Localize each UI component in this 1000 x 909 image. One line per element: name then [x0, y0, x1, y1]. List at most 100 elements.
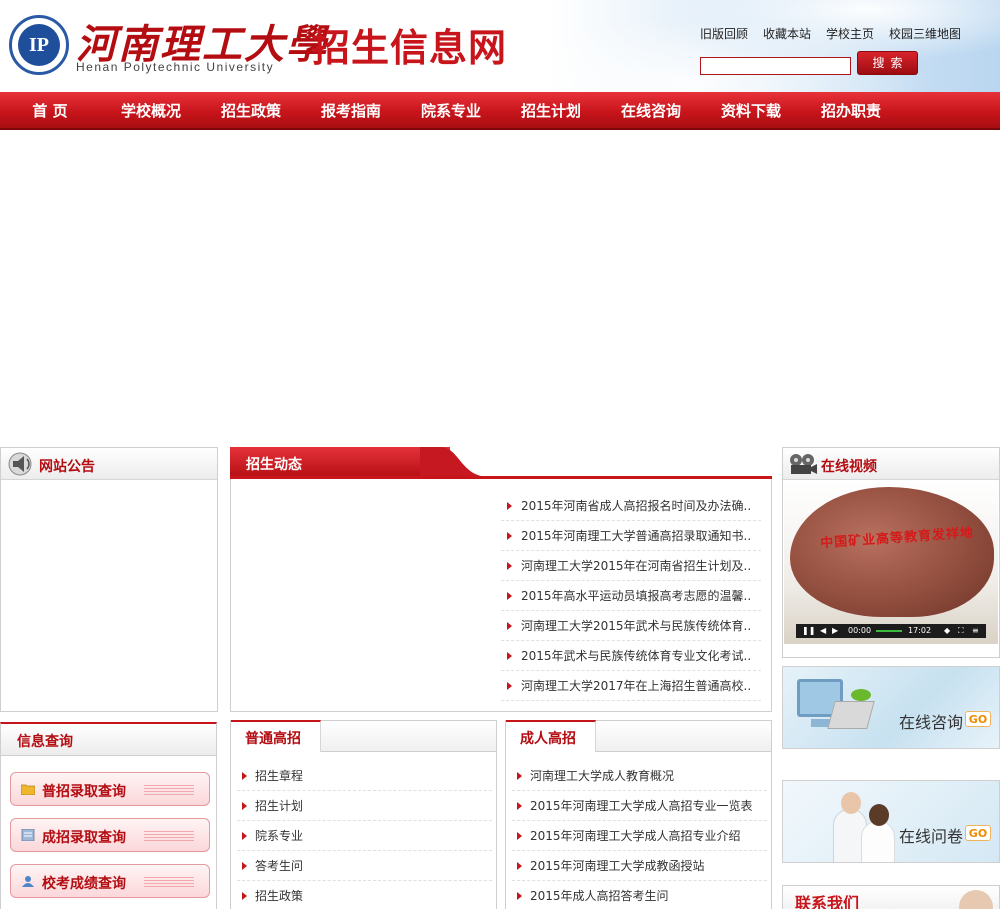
- list-item[interactable]: 院系专业: [237, 821, 492, 851]
- arrow-right-icon: [517, 862, 522, 870]
- nav-item-consult[interactable]: 在线咨询: [601, 92, 701, 130]
- general-admission-header: 普通高招: [230, 720, 497, 752]
- site-header: IP 河南理工大學 Henan Polytechnic University 招…: [0, 0, 1000, 92]
- banner-area: [0, 132, 1000, 444]
- arrow-right-icon: [242, 802, 247, 810]
- site-title: 招生信息网: [312, 25, 508, 70]
- document-icon: [21, 829, 35, 841]
- news-item[interactable]: 河南理工大学2017年在上海招生普通高校..: [501, 671, 761, 701]
- nav-item-plan[interactable]: 招生计划: [501, 92, 601, 130]
- info-query-title: 信息查询: [17, 734, 73, 750]
- list-item[interactable]: 招生计划: [237, 791, 492, 821]
- rock-image: [790, 487, 994, 617]
- school-exam-score-query-button[interactable]: 校考成绩查询: [10, 864, 210, 898]
- contact-banner[interactable]: 联系我们: [782, 885, 1000, 909]
- top-link-school-home[interactable]: 学校主页: [826, 25, 874, 42]
- news-list: 2015年河南省成人高招报名时间及办法确.. 2015年河南理工大学普通高招录取…: [501, 491, 761, 701]
- video-header: 在线视频: [783, 448, 999, 480]
- consult-go-button[interactable]: GO: [965, 711, 991, 727]
- decorative-lines: [144, 785, 194, 795]
- list-item[interactable]: 招生政策: [237, 881, 492, 909]
- query-button-label: 普招录取查询: [42, 784, 126, 800]
- arrow-right-icon: [517, 832, 522, 840]
- adult-admission-tab[interactable]: 成人高招: [506, 720, 596, 752]
- search-input[interactable]: [700, 57, 851, 75]
- top-links: 旧版回顾 收藏本站 学校主页 校园三维地图: [700, 25, 961, 42]
- news-item[interactable]: 2015年高水平运动员填报高考志愿的温馨..: [501, 581, 761, 611]
- news-item[interactable]: 河南理工大学2015年武术与民族传统体育..: [501, 611, 761, 641]
- nav-item-guide[interactable]: 报考指南: [301, 92, 401, 130]
- list-item[interactable]: 2015年成人高招答考生问: [512, 881, 767, 909]
- university-emblem-icon[interactable]: IP: [9, 15, 69, 75]
- list-item-text: 2015年河南理工大学成人高招专业介绍: [530, 829, 741, 843]
- top-link-bookmark[interactable]: 收藏本站: [763, 25, 811, 42]
- list-item[interactable]: 河南理工大学成人教育概况: [512, 761, 767, 791]
- next-icon[interactable]: ▶: [832, 624, 838, 638]
- folders-icon: [827, 701, 875, 729]
- news-item[interactable]: 2015年武术与民族传统体育专业文化考试..: [501, 641, 761, 671]
- nav-item-home[interactable]: 首 页: [0, 92, 100, 130]
- player-controls[interactable]: ❚❚ ◀ ▶ 00:00 17:02 ◆ ⛶ ≡: [796, 624, 986, 638]
- top-link-3d-map[interactable]: 校园三维地图: [889, 25, 961, 42]
- list-item-text: 答考生问: [255, 859, 304, 873]
- person-woman-icon: [861, 804, 895, 862]
- time-total: 17:02: [908, 626, 932, 635]
- general-admission-title: 普通高招: [245, 731, 301, 747]
- volume-icon[interactable]: ◆: [944, 624, 950, 638]
- notice-box: 网站公告: [0, 447, 218, 712]
- arrow-right-icon: [507, 532, 512, 540]
- info-query-body: 普招录取查询 成招录取查询 校考成绩查询: [0, 756, 217, 909]
- list-item[interactable]: 2015年河南理工大学成人高招专业介绍: [512, 821, 767, 851]
- news-title: 招生动态: [246, 457, 302, 473]
- contact-label: 联系我们: [795, 894, 860, 909]
- notice-title: 网站公告: [39, 459, 95, 475]
- news-item-text: 2015年武术与民族传统体育专业文化考试..: [521, 649, 752, 663]
- nav-item-departments[interactable]: 院系专业: [401, 92, 501, 130]
- progress-bar[interactable]: [876, 630, 902, 632]
- arrow-right-icon: [517, 772, 522, 780]
- general-admission-tab[interactable]: 普通高招: [231, 720, 321, 752]
- arrow-right-icon: [242, 832, 247, 840]
- list-item[interactable]: 招生章程: [237, 761, 492, 791]
- header-sky-decoration: [560, 0, 1000, 92]
- query-button-label: 成招录取查询: [42, 830, 126, 846]
- online-consult-banner[interactable]: 在线咨询 GO: [782, 666, 1000, 749]
- online-survey-banner[interactable]: 在线问卷 GO: [782, 780, 1000, 863]
- news-item-text: 河南理工大学2017年在上海招生普通高校..: [521, 679, 752, 693]
- arrow-right-icon: [507, 652, 512, 660]
- fullscreen-icon[interactable]: ⛶: [958, 624, 964, 638]
- top-link-old-version[interactable]: 旧版回顾: [700, 25, 748, 42]
- arrow-right-icon: [507, 502, 512, 510]
- list-item-text: 2015年河南理工大学成教函授站: [530, 859, 705, 873]
- arrow-right-icon: [242, 862, 247, 870]
- news-item[interactable]: 河南理工大学2015年在河南省招生计划及..: [501, 551, 761, 581]
- news-item[interactable]: 2015年河南省成人高招报名时间及办法确..: [501, 491, 761, 521]
- query-button-label: 校考成绩查询: [42, 876, 126, 892]
- list-item[interactable]: 答考生问: [237, 851, 492, 881]
- nav-item-policy[interactable]: 招生政策: [201, 92, 301, 130]
- nav-item-downloads[interactable]: 资料下载: [701, 92, 801, 130]
- news-header: 招生动态: [230, 447, 772, 479]
- list-item-text: 招生计划: [255, 799, 304, 813]
- time-current: 00:00: [848, 626, 872, 635]
- decorative-lines: [144, 877, 194, 887]
- news-item[interactable]: 2015年河南理工大学普通高招录取通知书..: [501, 521, 761, 551]
- decorative-lines: [144, 831, 194, 841]
- menu-icon[interactable]: ≡: [972, 624, 979, 638]
- survey-go-button[interactable]: GO: [965, 825, 991, 841]
- list-item[interactable]: 2015年河南理工大学成人高招专业一览表: [512, 791, 767, 821]
- adult-admission-query-button[interactable]: 成招录取查询: [10, 818, 210, 852]
- nav-item-duties[interactable]: 招办职责: [801, 92, 901, 130]
- list-item[interactable]: 2015年河南理工大学成教函授站: [512, 851, 767, 881]
- arrow-right-icon: [517, 802, 522, 810]
- nav-item-overview[interactable]: 学校概况: [101, 92, 201, 130]
- person-head: [841, 792, 861, 814]
- search-button[interactable]: 搜索: [857, 51, 918, 75]
- video-player[interactable]: 中国矿业高等教育发祥地 ❚❚ ◀ ▶ 00:00 17:02 ◆ ⛶ ≡: [784, 481, 998, 644]
- pause-icon[interactable]: ❚❚: [802, 624, 815, 638]
- survey-label: 在线问卷: [899, 827, 964, 846]
- general-admission-query-button[interactable]: 普招录取查询: [10, 772, 210, 806]
- notice-header: 网站公告: [1, 448, 217, 480]
- arrow-right-icon: [517, 892, 522, 900]
- prev-icon[interactable]: ◀: [820, 624, 826, 638]
